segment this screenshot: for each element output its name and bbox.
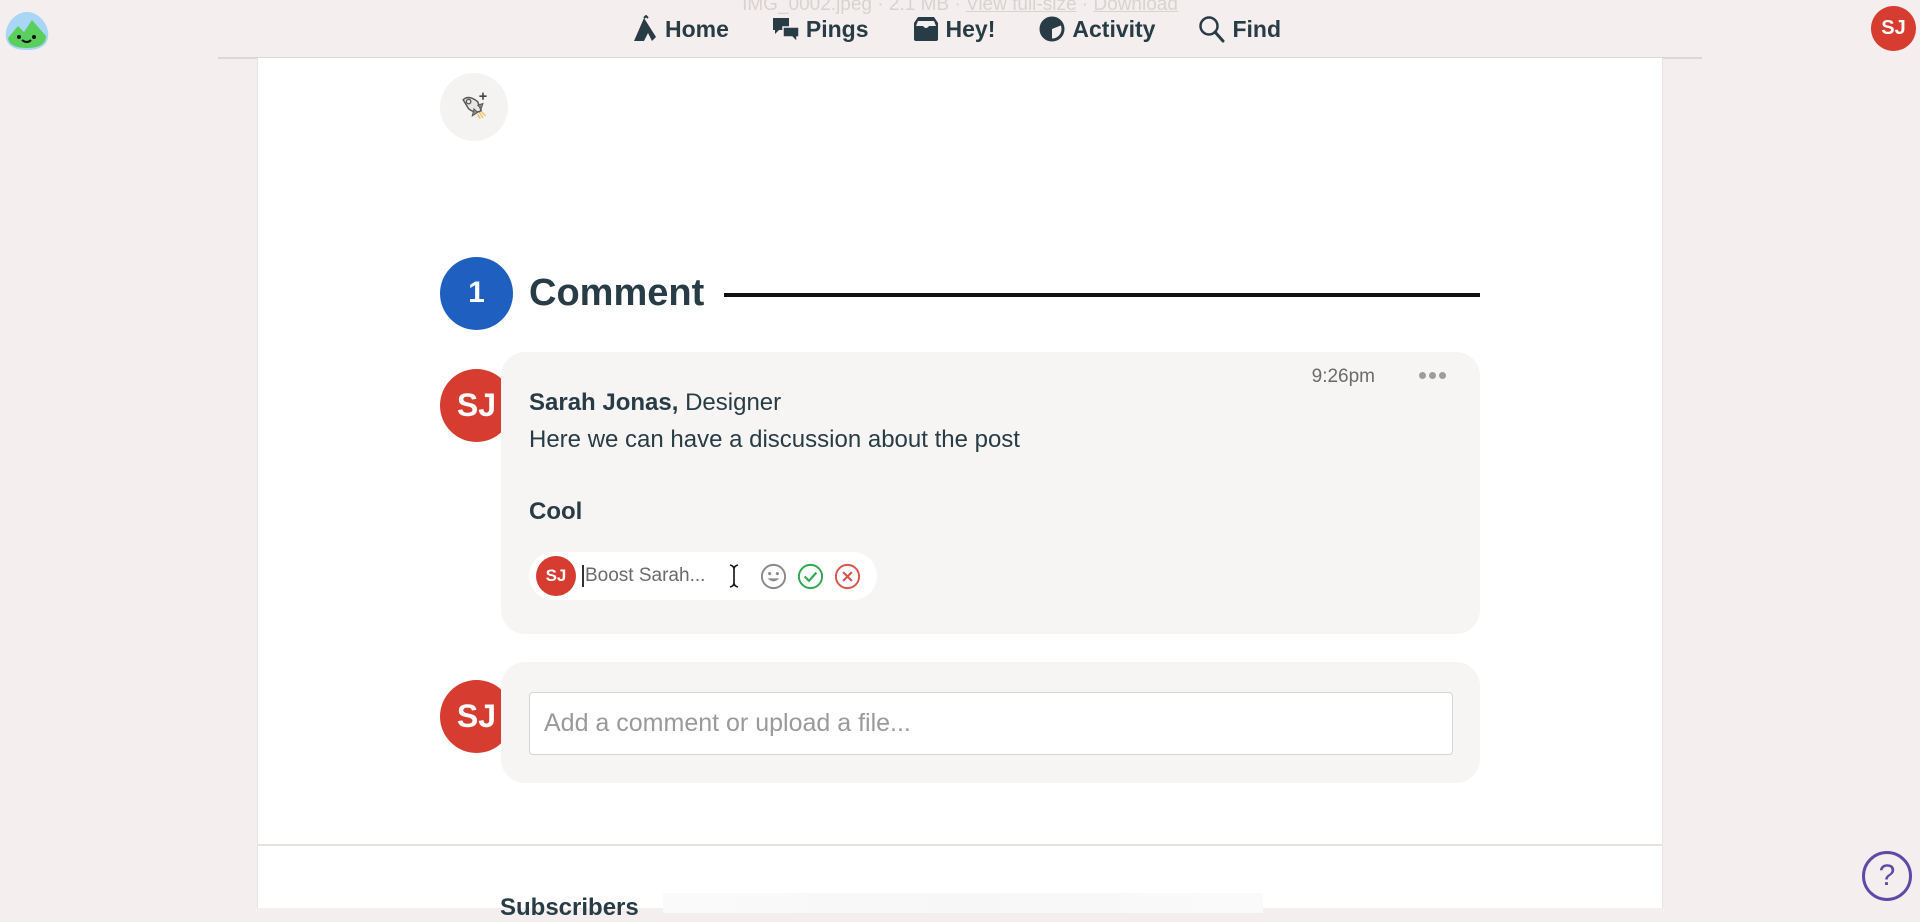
comment-author-role: Designer xyxy=(685,389,782,416)
subscribers-placeholder xyxy=(663,893,1263,913)
new-comment-input[interactable] xyxy=(529,692,1453,755)
new-comment-form xyxy=(501,662,1480,783)
rocket-boost-icon xyxy=(462,92,487,120)
nav-home[interactable]: Home xyxy=(630,15,729,43)
emoji-picker-icon[interactable] xyxy=(759,562,788,591)
comment-body-bold: Cool xyxy=(529,498,583,525)
comment-item: 9:26pm Sarah Jonas, Designer Here we can… xyxy=(501,352,1480,634)
pings-icon xyxy=(772,18,800,43)
page-content: 1 Comment SJ 9:26pm Sarah Jonas, Designe… xyxy=(257,58,1663,921)
boost-form: SJ xyxy=(529,552,877,600)
comment-author: Sarah Jonas, Designer xyxy=(529,389,781,417)
boost-input[interactable] xyxy=(582,565,727,587)
user-avatar-menu[interactable]: SJ xyxy=(1871,6,1916,51)
basecamp-logo[interactable] xyxy=(2,8,52,52)
section-divider xyxy=(258,844,1662,846)
boost-actions xyxy=(759,562,862,591)
subscribers-title: Subscribers xyxy=(500,894,639,921)
comments-header: 1 Comment xyxy=(440,256,1480,330)
comment-options-button[interactable] xyxy=(1419,372,1446,379)
main-nav: Home Pings Hey! Activity Find xyxy=(630,12,1323,46)
home-icon xyxy=(634,15,656,41)
question-mark-icon: ? xyxy=(1878,859,1896,892)
comments-title: Comment xyxy=(529,271,705,314)
more-dots-icon xyxy=(1419,372,1426,379)
text-cursor-icon xyxy=(729,564,739,588)
comment-author-name[interactable]: Sarah Jonas, xyxy=(529,389,678,416)
nav-find[interactable]: Find xyxy=(1197,15,1281,43)
comment-body: Here we can have a discussion about the … xyxy=(529,426,1020,453)
boost-button[interactable] xyxy=(440,73,508,141)
comment-timestamp[interactable]: 9:26pm xyxy=(1312,366,1375,388)
top-navigation-bar: IMG_0002.jpeg · 2.1 MB · View full-size … xyxy=(0,0,1920,59)
basecamp-logo-icon xyxy=(5,12,49,50)
nav-activity[interactable]: Activity xyxy=(1037,15,1155,43)
hey-inbox-icon xyxy=(913,17,938,41)
nav-pings[interactable]: Pings xyxy=(771,15,869,43)
comment-count-badge: 1 xyxy=(440,256,513,330)
activity-icon xyxy=(1039,16,1065,42)
search-icon xyxy=(1199,16,1225,43)
help-button[interactable]: ? xyxy=(1862,851,1912,901)
boost-avatar: SJ xyxy=(536,556,576,596)
cancel-x-icon[interactable] xyxy=(833,562,862,591)
submit-check-icon[interactable] xyxy=(796,562,825,591)
nav-hey[interactable]: Hey! xyxy=(911,15,995,43)
comments-header-rule xyxy=(724,293,1480,297)
